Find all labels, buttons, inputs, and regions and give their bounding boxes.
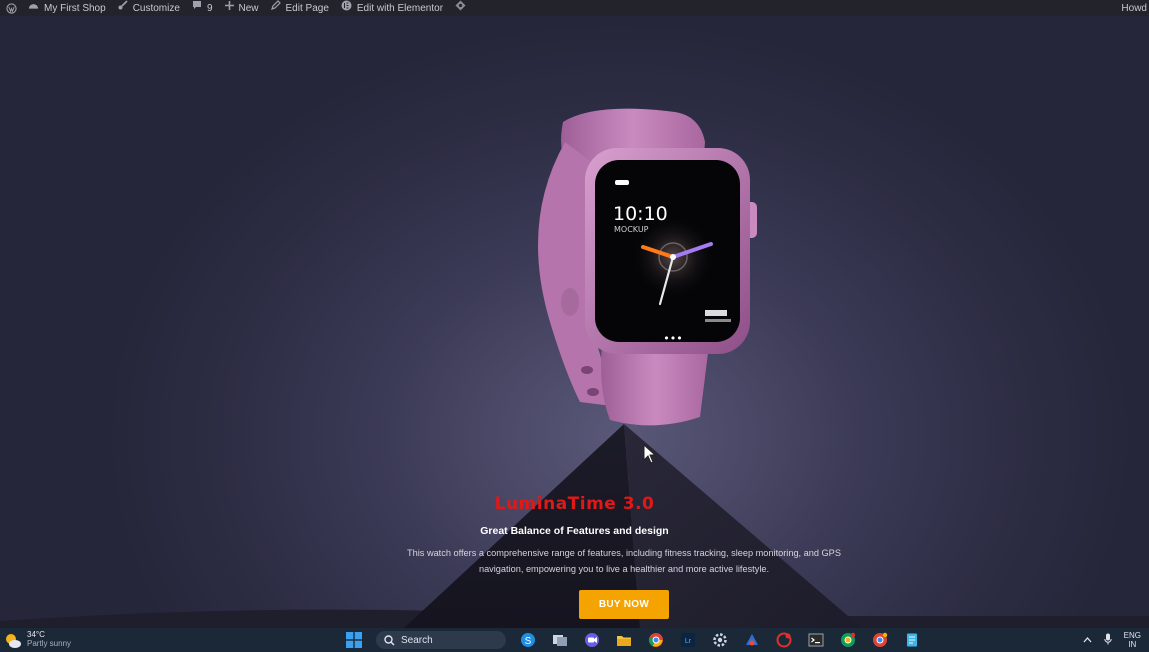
chrome-profile-icon-2 — [873, 632, 888, 647]
taskbar-app-skype[interactable]: S — [518, 630, 538, 650]
mouse-cursor-icon — [643, 444, 657, 464]
red-app-icon — [776, 632, 792, 648]
comment-icon — [192, 0, 202, 16]
chrome-icon — [648, 633, 663, 647]
customize-link[interactable]: Customize — [112, 0, 186, 16]
buy-now-button[interactable]: BUY NOW — [579, 590, 669, 619]
task-view-icon — [553, 635, 567, 646]
taskbar-app-chrome-2[interactable] — [838, 630, 858, 650]
weather-widget[interactable]: 34°C Partly sunny — [4, 630, 71, 650]
wp-admin-bar: My First Shop Customize 9 New Edit Page … — [0, 0, 1149, 16]
edit-page-label: Edit Page — [285, 2, 329, 14]
description-line-2: navigation, empowering you to live a hea… — [478, 564, 770, 574]
chrome-profile-icon — [841, 632, 856, 647]
product-description: This watch offers a comprehensive range … — [364, 545, 884, 577]
gear-icon — [713, 633, 727, 647]
product-subtitle: Great Balance of Features and design — [480, 525, 669, 537]
new-label: New — [238, 2, 259, 14]
folder-icon — [617, 636, 631, 646]
site-name-link[interactable]: My First Shop — [22, 0, 112, 16]
taskbar-app-red[interactable] — [774, 630, 794, 650]
plus-icon — [224, 0, 234, 16]
site-name-label: My First Shop — [44, 2, 106, 14]
microphone-icon[interactable] — [1103, 633, 1112, 647]
taskbar-app-blue[interactable] — [742, 630, 762, 650]
elementor-icon — [341, 0, 352, 16]
product-title: LuminaTime 3.0 — [494, 494, 655, 514]
watch-label: MOCKUP — [614, 225, 649, 234]
comments-count: 9 — [206, 2, 213, 14]
smartwatch-image: 10:10 MOCKUP ••• — [538, 108, 757, 426]
start-button[interactable] — [344, 630, 364, 650]
watch-time: 10:10 — [613, 203, 668, 225]
skype-icon: S — [521, 633, 535, 647]
customize-label: Customize — [132, 2, 180, 14]
chevron-up-icon[interactable] — [1083, 636, 1092, 645]
pencil-icon — [270, 0, 281, 16]
region-code: IN — [1128, 640, 1137, 649]
watch-dots: ••• — [663, 332, 682, 345]
howdy-label: Howd — [1121, 2, 1147, 14]
taskbar-search-box[interactable]: Search — [376, 631, 506, 649]
diamond-icon — [455, 0, 466, 16]
taskbar-app-terminal[interactable] — [806, 630, 826, 650]
taskbar-apps: Search S Lr — [338, 630, 928, 650]
language-code: ENG — [1123, 631, 1141, 640]
svg-text:Lr: Lr — [685, 638, 692, 645]
windows-taskbar: 34°C Partly sunny Search S Lr ENG IN — [0, 628, 1149, 652]
search-icon — [384, 634, 395, 646]
notepad-icon — [907, 633, 917, 647]
brush-icon — [118, 0, 128, 16]
app-icon — [746, 634, 758, 646]
taskbar-app-chrome[interactable] — [646, 630, 666, 650]
diamond-menu-link[interactable] — [449, 0, 477, 16]
account-menu[interactable]: Howd — [1115, 0, 1149, 16]
wordpress-logo-icon[interactable] — [0, 0, 22, 16]
taskbar-app-explorer[interactable] — [614, 630, 634, 650]
weather-condition: Partly sunny — [27, 639, 72, 648]
lightroom-icon: Lr — [681, 633, 695, 647]
windows-logo-icon — [346, 632, 362, 648]
terminal-icon — [808, 633, 824, 647]
taskbar-app-lr[interactable]: Lr — [678, 630, 698, 650]
weather-temperature: 34°C — [27, 630, 45, 639]
svg-text:S: S — [525, 636, 532, 647]
video-call-icon — [585, 633, 599, 647]
taskbar-app-meet[interactable] — [582, 630, 602, 650]
edit-elementor-label: Edit with Elementor — [356, 2, 444, 14]
search-label: Search — [401, 634, 433, 646]
taskbar-app-taskview[interactable] — [550, 630, 570, 650]
edit-elementor-link[interactable]: Edit with Elementor — [335, 0, 449, 16]
taskbar-app-notepad[interactable] — [902, 630, 922, 650]
hero-section: 10:10 MOCKUP ••• LuminaTime 3.0 Great Ba… — [0, 16, 1149, 628]
partly-sunny-icon — [6, 634, 21, 648]
comments-link[interactable]: 9 — [186, 0, 219, 16]
dashboard-icon — [28, 0, 39, 16]
system-tray: ENG IN — [1071, 630, 1141, 650]
new-content-link[interactable]: New — [219, 0, 265, 16]
taskbar-app-settings[interactable] — [710, 630, 730, 650]
language-indicator[interactable]: ENG IN — [1124, 631, 1141, 649]
edit-page-link[interactable]: Edit Page — [265, 0, 335, 16]
taskbar-app-chrome-3[interactable] — [870, 630, 890, 650]
description-line-1: This watch offers a comprehensive range … — [407, 548, 841, 558]
